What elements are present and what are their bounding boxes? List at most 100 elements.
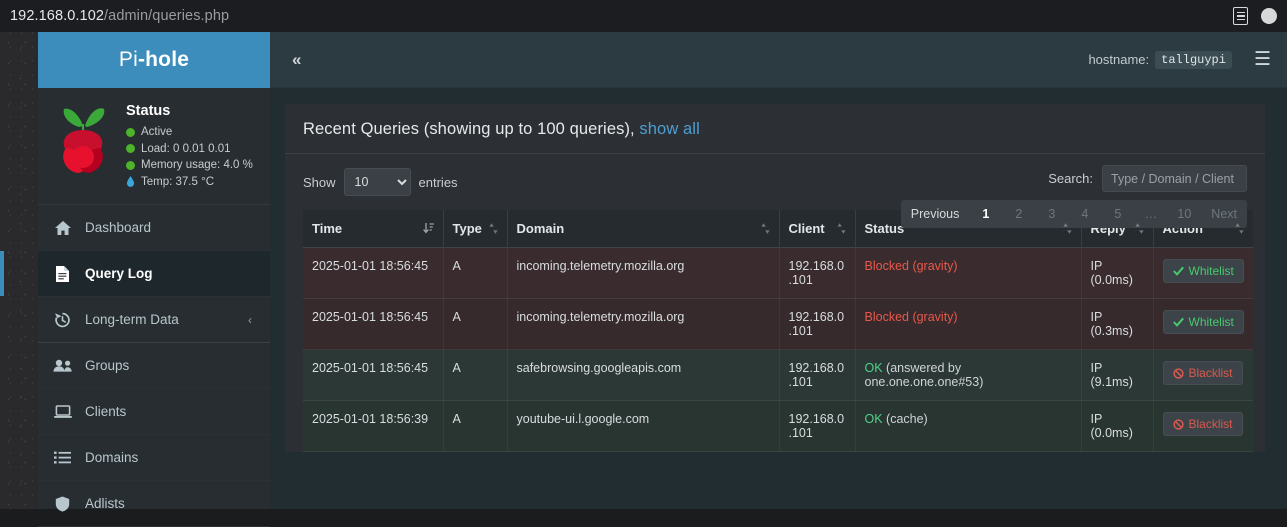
- status-line-memory: Memory usage: 4.0 %: [126, 157, 253, 174]
- sort-icon: [1235, 223, 1244, 234]
- status-text: Memory usage: 4.0 %: [141, 159, 253, 171]
- entries-label: entries: [418, 174, 458, 190]
- column-header-type[interactable]: Type: [443, 210, 508, 248]
- sidebar-item-adlists[interactable]: Adlists: [38, 481, 270, 527]
- show-all-link[interactable]: show all: [639, 120, 699, 138]
- status-line-load: Load: 0 0.01 0.01: [126, 141, 253, 158]
- search-area: Search:: [1048, 165, 1247, 192]
- chevron-left-icon: ‹: [248, 312, 252, 327]
- cell-domain: safebrowsing.googleapis.com: [507, 349, 780, 401]
- sidebar-item-label: Domains: [85, 450, 139, 465]
- sidebar-collapse-button[interactable]: «: [292, 50, 301, 70]
- sidebar-item-query-log[interactable]: Query Log: [0, 251, 270, 297]
- blacklist-button[interactable]: Blacklist: [1162, 361, 1243, 385]
- entries-select[interactable]: 10: [343, 168, 411, 196]
- profile-avatar-icon[interactable]: [1261, 8, 1277, 24]
- status-text: OK: [864, 361, 883, 375]
- table-row[interactable]: 2025-01-01 18:56:45 A safebrowsing.googl…: [303, 349, 1253, 401]
- sort-icon: [760, 223, 770, 234]
- whitelist-button[interactable]: Whitelist: [1162, 310, 1244, 334]
- column-header-time[interactable]: Time: [303, 210, 444, 248]
- entries-selector: Show 10 entries: [303, 168, 458, 196]
- status-line-active: Active: [126, 124, 253, 141]
- cell-action: Blacklist: [1153, 349, 1253, 401]
- top-navbar: « hostname: tallguypi ☰: [270, 32, 1287, 88]
- file-icon: [53, 265, 72, 282]
- whitelist-button[interactable]: Whitelist: [1162, 259, 1244, 283]
- sidebar: Pi -hole Status Active Load: 0 0.01 0.01…: [0, 32, 270, 527]
- sidebar-item-label: Groups: [85, 358, 130, 373]
- pagination-page-5[interactable]: 5: [1101, 200, 1134, 228]
- column-label: Type: [452, 221, 482, 236]
- pagination-page-10[interactable]: 10: [1167, 200, 1201, 228]
- sidebar-item-groups[interactable]: Groups: [38, 343, 270, 389]
- pagination-previous[interactable]: Previous: [901, 200, 970, 228]
- users-icon: [53, 359, 72, 372]
- sidebar-item-label: Dashboard: [85, 220, 152, 235]
- green-dot-icon: [126, 127, 135, 137]
- table-row[interactable]: 2025-01-01 18:56:45 A incoming.telemetry…: [303, 298, 1253, 350]
- status-text: OK: [864, 412, 883, 426]
- column-label: Time: [312, 221, 343, 236]
- sidebar-item-clients[interactable]: Clients: [38, 389, 270, 435]
- cell-reply: IP (0.0ms): [1081, 400, 1154, 452]
- url-host: 192.168.0.102: [10, 8, 105, 24]
- sidebar-item-domains[interactable]: Domains: [38, 435, 270, 481]
- column-header-domain[interactable]: Domain: [507, 210, 780, 248]
- green-dot-icon: [126, 160, 135, 170]
- queries-table: Time Type Domain Client Status Reply Act…: [303, 210, 1253, 452]
- sidebar-item-label: Long-term Data: [85, 312, 179, 327]
- brand-text-pi: Pi: [118, 48, 138, 71]
- status-line-temp: Temp: 37.5 °C: [126, 174, 253, 191]
- pagination: Previous 1 2 3 4 5 … 10 Next: [900, 200, 1247, 228]
- address-bar[interactable]: 192.168.0.102/admin/queries.php: [10, 8, 229, 24]
- hostname-display: hostname: tallguypi: [1088, 50, 1232, 69]
- hostname-label: hostname:: [1088, 52, 1150, 67]
- pagination-page-1[interactable]: 1: [969, 200, 1002, 228]
- table-row[interactable]: 2025-01-01 18:56:45 A incoming.telemetry…: [303, 247, 1253, 299]
- check-icon: [1172, 266, 1184, 276]
- status-heading: Status: [126, 103, 171, 119]
- cell-client: 192.168.0.101: [779, 349, 856, 401]
- ban-icon: [1172, 367, 1184, 379]
- sidebar-item-label: Query Log: [85, 266, 153, 281]
- cell-domain: youtube-ui.l.google.com: [507, 400, 780, 452]
- pagination-page-2[interactable]: 2: [1002, 200, 1035, 228]
- hostname-value: tallguypi: [1155, 50, 1232, 69]
- blacklist-button[interactable]: Blacklist: [1162, 412, 1243, 436]
- browser-toolbar-actions: [1233, 7, 1287, 25]
- table-controls: Show 10 entries Search: Previous 1 2 3 4: [285, 154, 1265, 228]
- cell-reply: IP (0.0ms): [1081, 247, 1154, 299]
- action-label: Whitelist: [1188, 264, 1234, 278]
- cell-client: 192.168.0.101: [779, 400, 856, 452]
- reader-view-icon[interactable]: [1233, 7, 1248, 25]
- column-header-client[interactable]: Client: [779, 210, 856, 248]
- status-text: Blocked (gravity): [864, 310, 958, 324]
- cell-domain: incoming.telemetry.mozilla.org: [507, 298, 780, 350]
- status-text: Temp: 37.5 °C: [141, 175, 214, 188]
- laptop-icon: [53, 404, 72, 419]
- show-label: Show: [303, 174, 336, 190]
- search-label: Search:: [1048, 171, 1093, 186]
- sidebar-item-label: Clients: [85, 404, 127, 419]
- brand-logo[interactable]: Pi -hole: [38, 32, 270, 88]
- status-panel: Status Active Load: 0 0.01 0.01 Memory u…: [38, 88, 270, 205]
- url-path: /admin/queries.php: [104, 8, 230, 24]
- column-label: Client: [788, 221, 825, 236]
- sidebar-item-long-term-data[interactable]: Long-term Data ‹: [38, 297, 270, 343]
- table-row[interactable]: 2025-01-01 18:56:39 A youtube-ui.l.googl…: [303, 400, 1253, 452]
- sidebar-item-dashboard[interactable]: Dashboard: [38, 205, 270, 251]
- cell-action: Blacklist: [1153, 400, 1253, 452]
- pagination-page-4[interactable]: 4: [1068, 200, 1101, 228]
- sort-desc-icon: [422, 223, 434, 234]
- brand-text-hole: -hole: [137, 48, 190, 71]
- green-dot-icon: [126, 144, 135, 154]
- status-details: Status Active Load: 0 0.01 0.01 Memory u…: [126, 100, 253, 190]
- panel-title-text: Recent Queries (showing up to 100 querie…: [303, 120, 635, 138]
- cell-action: Whitelist: [1153, 247, 1253, 299]
- cell-status: Blocked (gravity): [855, 298, 1082, 350]
- main-content: « hostname: tallguypi ☰ Recent Queries (…: [270, 32, 1287, 509]
- search-input[interactable]: [1102, 165, 1247, 192]
- hamburger-menu-icon[interactable]: ☰: [1254, 48, 1271, 71]
- action-label: Blacklist: [1188, 417, 1233, 431]
